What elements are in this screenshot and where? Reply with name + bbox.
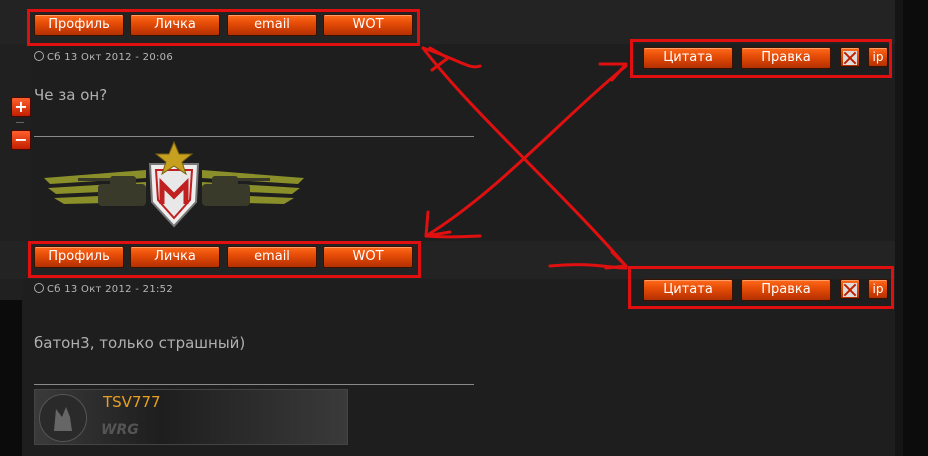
vote-separator	[16, 122, 24, 123]
clock-icon	[34, 51, 44, 61]
post-date: Сб 13 Окт 2012 - 21:52	[34, 283, 173, 295]
post-message: батон3, только страшный)	[34, 334, 246, 352]
edit-button[interactable]: Правка	[741, 279, 831, 301]
ip-button[interactable]: ip	[868, 279, 888, 299]
wolf-avatar-icon	[39, 394, 87, 442]
pm-button[interactable]: Личка	[130, 14, 220, 36]
pm-button[interactable]: Личка	[130, 246, 220, 268]
post-date: Сб 13 Окт 2012 - 20:06	[34, 51, 173, 63]
tank-emblem-image	[44, 140, 304, 228]
edit-button[interactable]: Правка	[741, 47, 831, 69]
delete-button[interactable]	[840, 279, 860, 299]
signature-divider	[34, 384, 474, 385]
right-gutter-dark	[903, 0, 928, 456]
signature-name: TSV777	[103, 393, 161, 411]
quote-button[interactable]: Цитата	[643, 279, 733, 301]
wot-button[interactable]: WOT	[323, 14, 413, 36]
post-message: Че за он?	[34, 86, 108, 104]
signature-tag: WRG	[101, 422, 139, 438]
signature-divider	[34, 136, 474, 137]
profile-button[interactable]: Профиль	[34, 246, 124, 268]
ip-button[interactable]: ip	[868, 47, 888, 67]
close-icon	[843, 50, 857, 65]
delete-button[interactable]	[840, 47, 860, 67]
profile-button[interactable]: Профиль	[34, 14, 124, 36]
vote-minus-button[interactable]: −	[11, 130, 31, 150]
quote-button[interactable]: Цитата	[643, 47, 733, 69]
close-icon	[843, 282, 857, 297]
clock-icon	[34, 283, 44, 293]
wot-button[interactable]: WOT	[323, 246, 413, 268]
left-gutter-dark	[0, 300, 22, 456]
wolf-icon	[54, 407, 72, 431]
signature-banner: TSV777 WRG	[34, 389, 348, 445]
email-button[interactable]: email	[227, 14, 317, 36]
vote-plus-button[interactable]: +	[11, 97, 31, 117]
email-button[interactable]: email	[227, 246, 317, 268]
